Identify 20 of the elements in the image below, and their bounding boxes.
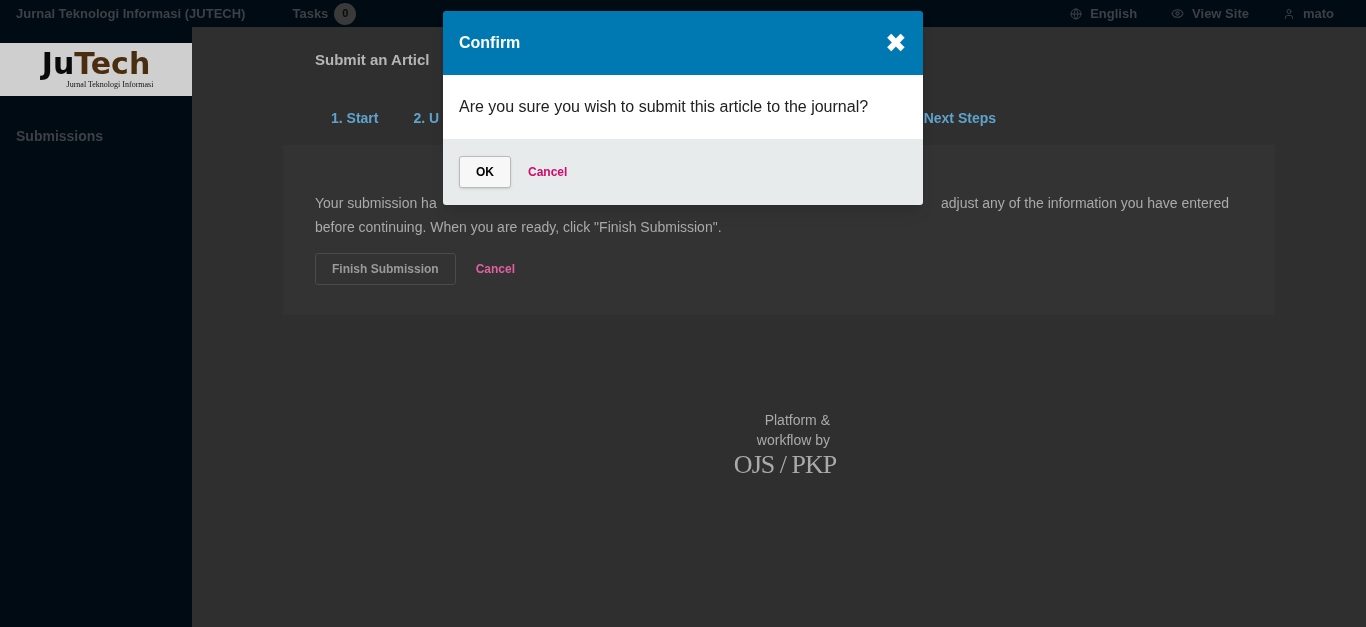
user-icon	[1282, 7, 1295, 20]
platform-credit: workflow by	[755, 430, 830, 450]
dialog-message: Are you sure you wish to submit this article to the journal?	[459, 97, 869, 117]
globe-icon	[1070, 7, 1083, 20]
message-text: before continuing. When you are ready, click "Finish Submission".	[315, 217, 723, 237]
close-button[interactable]: ✖	[885, 30, 907, 56]
message-text: Your submission ha	[315, 193, 437, 213]
step-tab[interactable]: 1. Start	[331, 107, 379, 129]
journal-logo: JuTech Jurnal Teknologi Informasi	[0, 43, 192, 96]
eye-icon	[1171, 7, 1185, 20]
dialog-title: Confirm	[459, 33, 521, 53]
ok-button[interactable]: OK	[459, 156, 511, 188]
cancel-link[interactable]: Cancel	[475, 259, 516, 278]
page-title: Submit an Articl	[315, 50, 431, 70]
step-tab[interactable]: 2. U	[413, 107, 440, 129]
platform-credit: Platform &	[763, 410, 830, 430]
ojs-pkp-logo[interactable]: OJS / PKP	[733, 449, 837, 480]
message-text: adjust any of the information you have entered	[941, 193, 1229, 213]
cancel-link[interactable]: Cancel	[528, 163, 568, 181]
step-tab[interactable]: Next Steps	[923, 107, 996, 129]
